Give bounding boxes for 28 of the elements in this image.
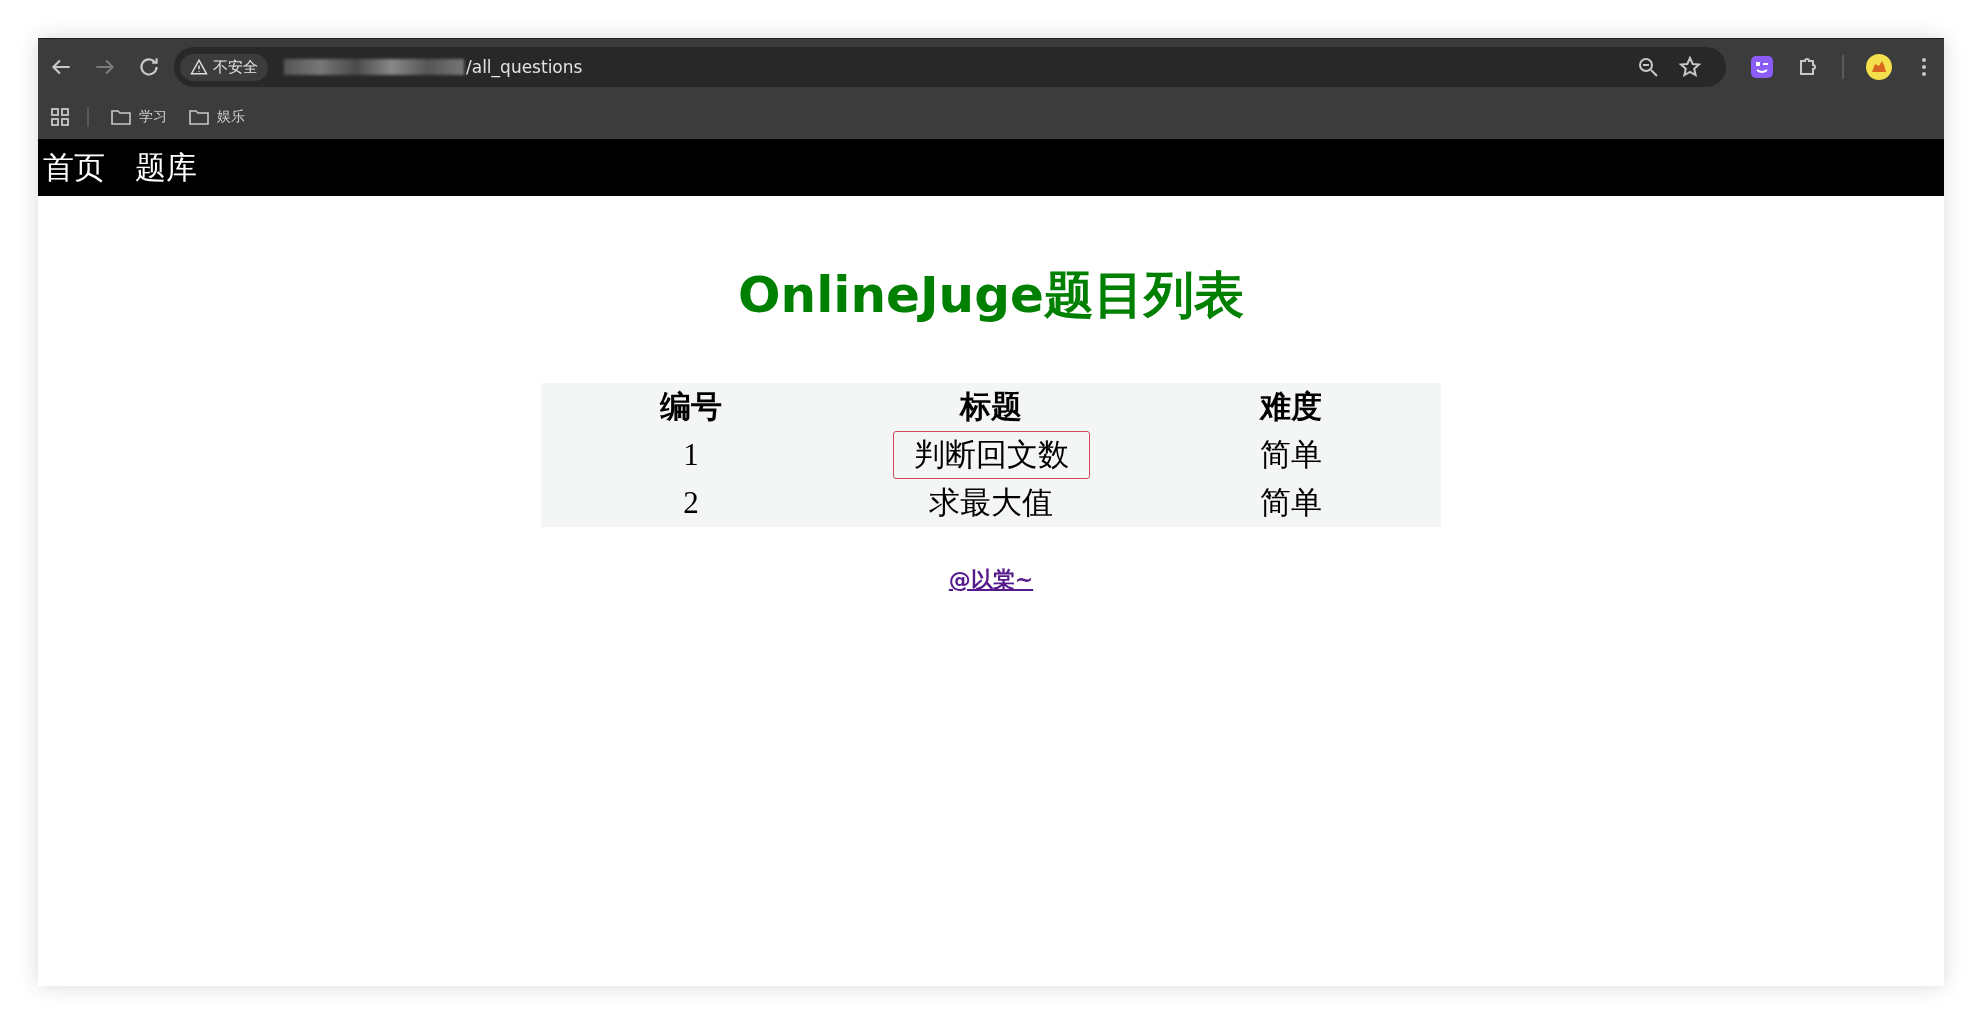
nav-link[interactable]: 首页 [43,146,105,189]
bookmark-folder[interactable]: 学习 [111,108,167,126]
star-icon[interactable] [1678,55,1702,79]
address-bar[interactable]: 不安全 /all_questions [174,47,1726,87]
column-header: 标题 [841,383,1141,431]
security-chip[interactable]: 不安全 [180,53,268,81]
bookmark-folder[interactable]: 娱乐 [189,108,245,126]
url-text: /all_questions [466,57,583,77]
table-cell: 求最大值 [841,479,1141,527]
avatar[interactable] [1866,54,1892,80]
zoom-out-icon[interactable] [1636,55,1660,79]
column-header: 难度 [1141,383,1441,431]
author-link[interactable]: @以棠~ [948,567,1034,592]
apps-grid-icon[interactable] [51,108,69,126]
table-cell: 2 [541,479,841,527]
table-cell: 1 [541,431,841,479]
column-header: 编号 [541,383,841,431]
table-cell: 简单 [1141,431,1441,479]
bookmark-label: 学习 [139,108,167,126]
bookmark-label: 娱乐 [217,108,245,126]
warning-icon [190,58,208,76]
security-label: 不安全 [213,57,258,77]
table-cell: 简单 [1141,479,1441,527]
page-title: OnlineJuge题目列表 [738,265,1244,326]
folder-icon [111,109,131,125]
nav-link[interactable]: 题库 [135,146,197,189]
extension-face-icon[interactable] [1750,55,1774,79]
folder-icon [189,109,209,125]
